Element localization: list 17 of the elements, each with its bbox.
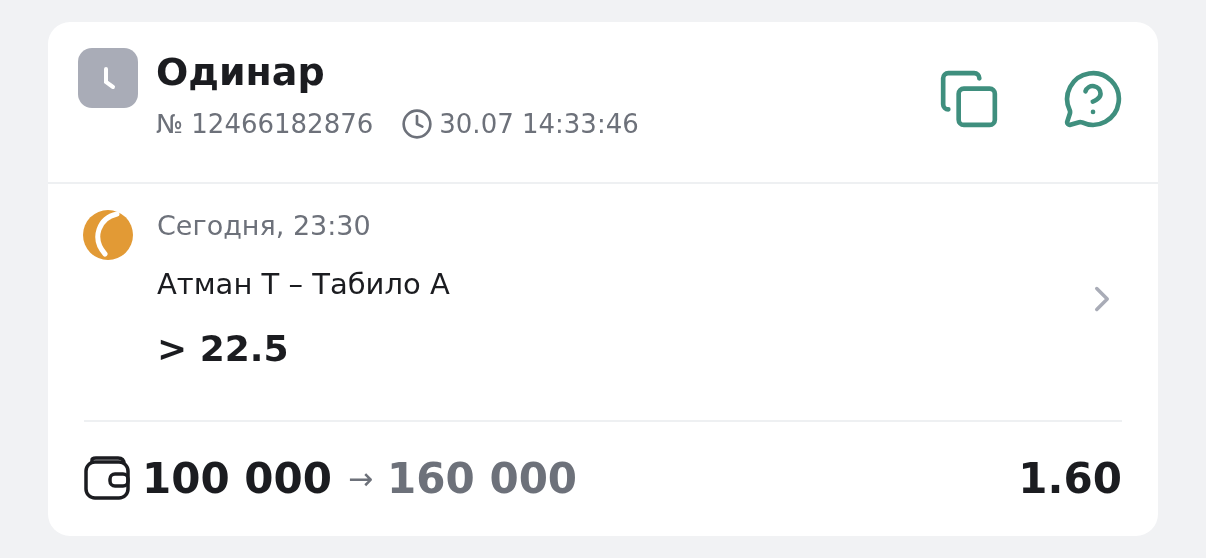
event-date: Сегодня, 23:30 bbox=[157, 209, 372, 243]
bet-number: № 12466182876 bbox=[156, 108, 374, 140]
event-row[interactable]: Сегодня, 23:30 Атман Т – Табило А > 22.5 bbox=[48, 184, 1158, 420]
copy-button[interactable] bbox=[938, 68, 1000, 130]
payout-amount: 160 000 bbox=[387, 452, 578, 505]
bet-type-title: Одинар bbox=[156, 49, 326, 96]
help-button[interactable] bbox=[1062, 68, 1124, 130]
bet-outcome: > 22.5 bbox=[157, 327, 290, 371]
clock-icon bbox=[401, 108, 434, 140]
event-teams: Атман Т – Табило А bbox=[157, 266, 450, 303]
stake-amount: 100 000 bbox=[142, 452, 332, 505]
clock-icon bbox=[78, 48, 138, 108]
wallet-icon bbox=[84, 456, 130, 500]
bet-created-time: 30.07 14:33:46 bbox=[439, 108, 639, 140]
tennis-ball-icon bbox=[83, 210, 133, 260]
arrow-sign: → bbox=[347, 459, 374, 498]
odds-value: 1.60 bbox=[1018, 452, 1122, 505]
